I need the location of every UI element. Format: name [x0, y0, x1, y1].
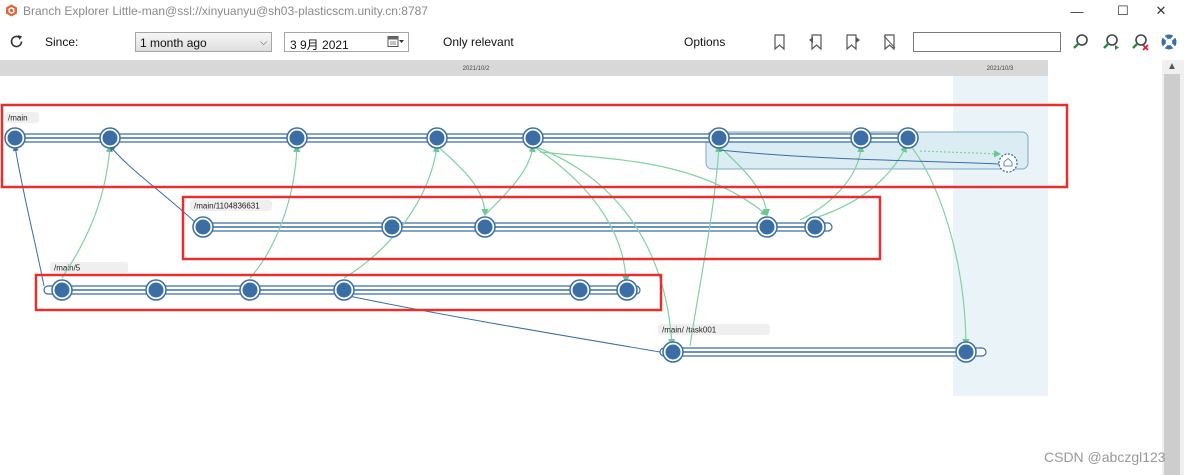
changeset-node[interactable]	[195, 219, 211, 235]
changeset-node[interactable]	[853, 130, 869, 146]
scroll-up-icon[interactable]: ▲	[1167, 61, 1177, 72]
toolbar: Since: 1 month ago ⌵ 3 9月 2021 Only rele…	[0, 22, 1184, 60]
close-icon: ✕	[1155, 3, 1167, 18]
changeset-node[interactable]	[7, 130, 23, 146]
parent-links	[12, 145, 1001, 353]
changeset-node[interactable]	[336, 282, 352, 298]
branch-label-main: /main	[8, 114, 28, 123]
since-label: Since:	[45, 35, 79, 49]
minimize-icon: —	[1070, 3, 1084, 19]
help-lifebuoy-icon[interactable]	[1160, 33, 1178, 51]
plastic-logo-icon	[6, 4, 17, 17]
since-dropdown[interactable]: 1 month ago ⌵	[135, 32, 272, 52]
branch-explorer-canvas[interactable]: 2021/10/2 2021/10/3 /main /main/11048366…	[0, 60, 1162, 475]
branch-main[interactable]: /main	[4, 112, 1029, 170]
search-next-icon[interactable]	[1102, 33, 1120, 51]
branch-label-main-5: /main/5	[54, 264, 81, 273]
window-title: Branch Explorer Little-man@ssl://xinyuan…	[23, 4, 428, 18]
merge-links	[61, 139, 1002, 347]
maximize-icon: ☐	[1117, 3, 1129, 18]
bookmark-clear-icon[interactable]	[881, 33, 899, 51]
calendar-icon[interactable]	[387, 35, 405, 49]
changeset-head-node[interactable]	[900, 130, 916, 146]
vertical-scrollbar[interactable]: ▲	[1162, 60, 1184, 475]
search-clear-icon[interactable]	[1131, 33, 1149, 51]
changeset-node[interactable]	[429, 130, 445, 146]
changeset-node[interactable]	[807, 219, 823, 235]
title-bar: Branch Explorer Little-man@ssl://xinyuan…	[0, 0, 1184, 22]
workspace-home-node[interactable]	[998, 153, 1018, 173]
changeset-node[interactable]	[102, 130, 118, 146]
changeset-node[interactable]	[711, 130, 727, 146]
branch-label-1104836631: /main/1104836631	[194, 202, 260, 211]
changeset-node[interactable]	[242, 282, 258, 298]
scroll-thumb[interactable]	[1164, 74, 1180, 475]
date-label-2: 2021/10/3	[987, 66, 1014, 72]
changeset-node[interactable]	[148, 282, 164, 298]
changeset-node[interactable]	[384, 219, 400, 235]
date-value: 3 9月 2021	[290, 38, 349, 52]
changeset-node[interactable]	[619, 282, 635, 298]
changeset-node[interactable]	[958, 344, 974, 360]
changeset-node[interactable]	[54, 282, 70, 298]
chevron-down-icon: ⌵	[260, 37, 267, 47]
search-icon[interactable]	[1072, 33, 1090, 51]
changeset-node[interactable]	[759, 219, 775, 235]
changeset-node[interactable]	[572, 282, 588, 298]
branch-graph[interactable]: 2021/10/2 2021/10/3 /main /main/11048366…	[0, 60, 1162, 475]
changeset-node[interactable]	[525, 130, 541, 146]
watermark: CSDN @abczgl123	[1044, 449, 1166, 465]
date-picker[interactable]: 3 9月 2021	[284, 32, 409, 52]
options-button[interactable]: Options	[684, 35, 725, 49]
only-relevant-toggle[interactable]: Only relevant	[443, 35, 514, 49]
search-input[interactable]	[913, 32, 1061, 52]
bookmark-icon[interactable]	[771, 33, 789, 51]
bookmark-back-icon[interactable]	[807, 33, 825, 51]
branch-1104836631[interactable]: /main/1104836631	[190, 200, 833, 232]
since-value: 1 month ago	[140, 36, 207, 50]
bookmark-forward-icon[interactable]	[844, 33, 862, 51]
branch-task001[interactable]: /main/ /task001	[658, 324, 987, 357]
minimize-button[interactable]: —	[1054, 0, 1100, 22]
changeset-node[interactable]	[477, 219, 493, 235]
refresh-icon[interactable]	[8, 33, 25, 50]
date-label-1: 2021/10/2	[463, 66, 490, 72]
changeset-node[interactable]	[289, 130, 305, 146]
close-button[interactable]: ✕	[1138, 0, 1184, 22]
changeset-node[interactable]	[665, 344, 681, 360]
